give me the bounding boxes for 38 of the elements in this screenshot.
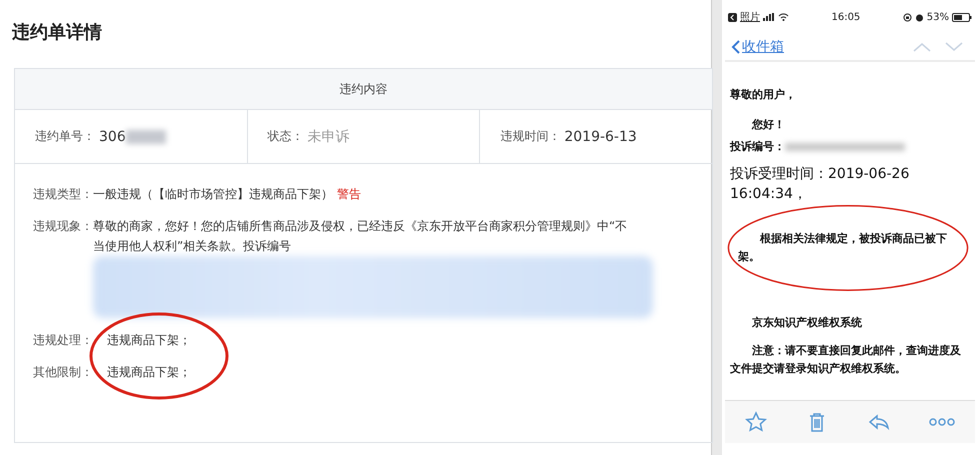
field-value: 一般违规（【临时市场管控】违规商品下架） bbox=[93, 186, 333, 203]
accept-time: 投诉受理时间：2019-06-26 16:04:34， bbox=[730, 165, 910, 204]
warning-tag: 警告 bbox=[337, 184, 361, 204]
field-label: 其他限制： bbox=[33, 364, 93, 381]
wifi-icon bbox=[778, 13, 789, 21]
violation-description: 尊敬的商家，您好！您的店铺所售商品涉及侵权，已经违反《京东开放平台商家积分管理规则》中“不当使用他人权利”相关条款。投诉编号 bbox=[93, 218, 628, 255]
table-header: 违约内容 bbox=[15, 69, 712, 110]
field-value: 违规商品下架； bbox=[107, 364, 191, 381]
redaction-blur bbox=[126, 130, 166, 144]
field-value: 未申诉 bbox=[308, 128, 350, 146]
field-value: 2019-6-13 bbox=[564, 128, 637, 144]
battery-icon bbox=[952, 12, 972, 22]
back-arrow-icon bbox=[728, 12, 737, 22]
field-label: 违规时间： bbox=[500, 128, 560, 145]
complaint-number-label: 投诉编号： bbox=[730, 139, 785, 155]
chevron-left-icon bbox=[731, 40, 740, 54]
battery-percent: 53% bbox=[926, 12, 949, 22]
email-result: 根据相关法律规定，被投诉商品已被下架。 bbox=[738, 231, 948, 265]
star-icon[interactable] bbox=[744, 411, 767, 433]
inbox-back-link[interactable]: 收件箱 bbox=[731, 38, 784, 56]
back-app-label[interactable]: 照片 bbox=[740, 10, 760, 24]
field-label: 违规处理： bbox=[33, 332, 93, 349]
field-label: 状态： bbox=[268, 128, 304, 145]
page-title: 违约单详情 bbox=[11, 21, 103, 45]
email-hello: 您好！ bbox=[750, 117, 786, 133]
clock-time: 16:05 bbox=[831, 12, 860, 22]
field-label: 违约单号： bbox=[35, 128, 95, 145]
chevron-up-icon[interactable] bbox=[913, 42, 931, 52]
field-value: 违规商品下架； bbox=[107, 332, 191, 349]
signal-icon bbox=[763, 13, 775, 21]
chevron-down-icon[interactable] bbox=[945, 42, 963, 52]
email-signature: 京东知识产权维权系统 bbox=[751, 315, 863, 331]
lock-rotation-icon bbox=[902, 12, 912, 22]
email-greeting: 尊敬的用户， bbox=[730, 87, 797, 103]
email-notice: 注意：请不要直接回复此邮件，查询进度及文件提交请登录知识产权维权系统。 bbox=[730, 343, 962, 377]
field-label: 违规类型： bbox=[33, 186, 93, 203]
field-value: 306 bbox=[99, 128, 126, 144]
field-label: 违规现象： bbox=[33, 218, 93, 235]
